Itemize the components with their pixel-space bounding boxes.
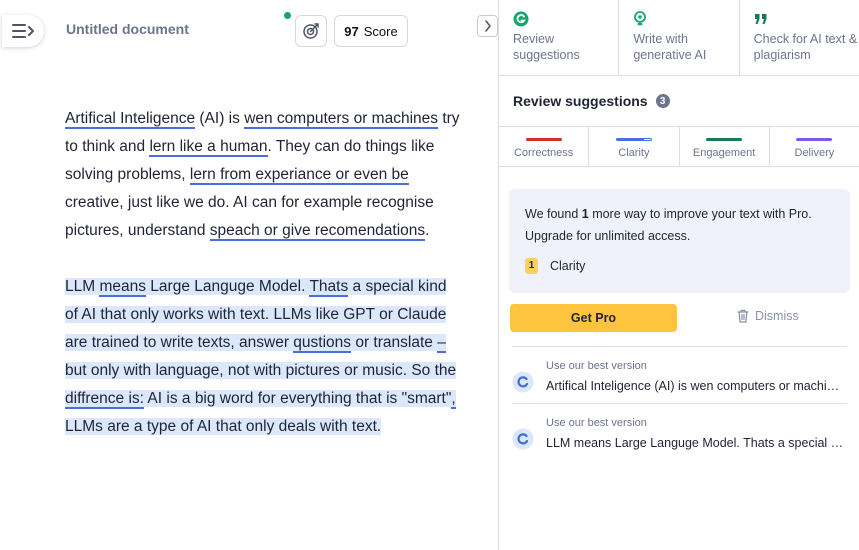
text-run: LLMs are a type of AI that only deals wi…	[65, 418, 382, 435]
pro-text-part: We found	[525, 207, 582, 221]
text-run: but only with language, not with picture…	[65, 362, 457, 379]
score-button[interactable]: 97 Score	[334, 15, 408, 47]
paragraph-2[interactable]: LLM means Large Languge Model. Thats a s…	[65, 273, 460, 441]
text-run: LLM	[65, 278, 100, 295]
get-pro-button[interactable]: Get Pro	[510, 304, 677, 332]
suggestion-underline[interactable]: means	[99, 278, 146, 297]
chevron-right-icon	[484, 20, 491, 32]
clarity-color-bar	[615, 138, 652, 141]
pro-count-badge: 1	[525, 258, 538, 274]
review-suggestions-header: Review suggestions 3	[499, 76, 859, 126]
document-title[interactable]: Untitled document	[66, 21, 189, 37]
pro-category-row: 1 Clarity	[525, 255, 834, 277]
document-body[interactable]: Artifical Inteligence (AI) is wen comput…	[65, 105, 460, 469]
grammarly-g-icon	[513, 10, 618, 28]
tab-generative-ai[interactable]: Write with generative AI	[619, 0, 740, 75]
text-run: (AI) is	[195, 110, 245, 127]
tool-tabs: Review suggestions Write with generative…	[499, 0, 859, 76]
suggestion-underline[interactable]: –	[437, 334, 446, 353]
pro-category-label: Clarity	[550, 259, 586, 273]
grammarly-ai-icon	[512, 428, 534, 450]
text-run: .	[425, 222, 430, 239]
score-label: Score	[363, 23, 398, 39]
tab-engagement[interactable]: Engagement	[680, 127, 770, 166]
best-version-card[interactable]: Use our best version Artifical Inteligen…	[512, 346, 847, 393]
grammarly-ai-icon	[512, 371, 534, 393]
best-version-text: Artifical Inteligence (AI) is wen comput…	[546, 379, 846, 393]
suggestion-underline[interactable]: wen computers or machines	[244, 110, 439, 129]
suggestion-underline[interactable]: lern like a human	[149, 138, 268, 157]
dismiss-label: Dismiss	[755, 309, 799, 323]
text-run: Large Languge Model.	[146, 278, 310, 295]
tab-label: Check for AI text & plagiarism	[753, 32, 858, 62]
suggestion-count-badge: 3	[655, 94, 670, 108]
tab-ai-plagiarism[interactable]: Check for AI text & plagiarism	[740, 0, 859, 75]
score-value: 97	[344, 23, 359, 39]
hamburger-menu-icon	[12, 24, 34, 38]
editor-pane: Untitled document 97 Score Artifical Int…	[0, 0, 498, 550]
text-run: AI is a big word for everything that is …	[143, 390, 452, 407]
paragraph-1[interactable]: Artifical Inteligence (AI) is wen comput…	[65, 105, 460, 245]
best-version-caption: Use our best version	[546, 417, 647, 429]
dismiss-button[interactable]: Dismiss	[737, 309, 799, 323]
goals-button[interactable]	[295, 15, 327, 47]
best-version-text: LLM means Large Languge Model. Thats a s…	[546, 436, 846, 450]
suggestion-underline[interactable]: ,	[451, 390, 456, 409]
status-indicator-dot	[284, 12, 291, 19]
category-label: Engagement	[692, 147, 756, 159]
tab-correctness[interactable]: Correctness	[499, 127, 590, 166]
tab-delivery[interactable]: Delivery	[770, 127, 859, 166]
review-suggestions-title: Review suggestions	[513, 93, 648, 109]
delivery-color-bar	[796, 138, 833, 141]
category-label: Clarity	[618, 147, 650, 159]
main-menu-button[interactable]	[2, 15, 44, 47]
target-goals-icon	[303, 23, 319, 39]
suggestion-underline[interactable]: speach or give recomendations	[209, 222, 426, 241]
engagement-color-bar	[706, 138, 743, 141]
text-run: or translate	[351, 334, 438, 351]
suggestion-underline[interactable]: qustions	[293, 334, 352, 353]
category-label: Correctness	[513, 147, 574, 159]
pro-count: 1	[581, 207, 589, 221]
collapse-panel-button[interactable]	[477, 15, 498, 37]
best-version-caption: Use our best version	[546, 360, 647, 372]
category-label: Delivery	[794, 147, 835, 159]
tab-label: Write with generative AI	[633, 32, 707, 62]
category-tabs: Correctness Clarity Engagement Delivery	[499, 126, 859, 167]
correctness-color-bar	[525, 138, 562, 141]
trash-icon	[737, 309, 749, 323]
tab-review-suggestions[interactable]: Review suggestions	[499, 0, 620, 75]
suggestion-underline[interactable]: Thats	[309, 278, 349, 297]
best-version-card[interactable]: Use our best version LLM means Large Lan…	[512, 403, 847, 450]
quote-icon	[754, 10, 859, 28]
suggestion-underline[interactable]: diffrence is:	[65, 390, 144, 409]
suggestions-panel: Review suggestions Write with generative…	[498, 0, 859, 550]
lightbulb-icon	[633, 10, 738, 28]
pro-upsell-text: We found 1 more way to improve your text…	[525, 203, 834, 247]
pro-upsell-card: We found 1 more way to improve your text…	[509, 189, 850, 293]
tab-label: Review suggestions	[513, 32, 580, 62]
suggestion-underline[interactable]: lern from experiance or even be	[189, 166, 409, 185]
suggestion-underline[interactable]: Artifical Inteligence	[65, 110, 196, 129]
tab-clarity[interactable]: Clarity	[589, 127, 680, 166]
